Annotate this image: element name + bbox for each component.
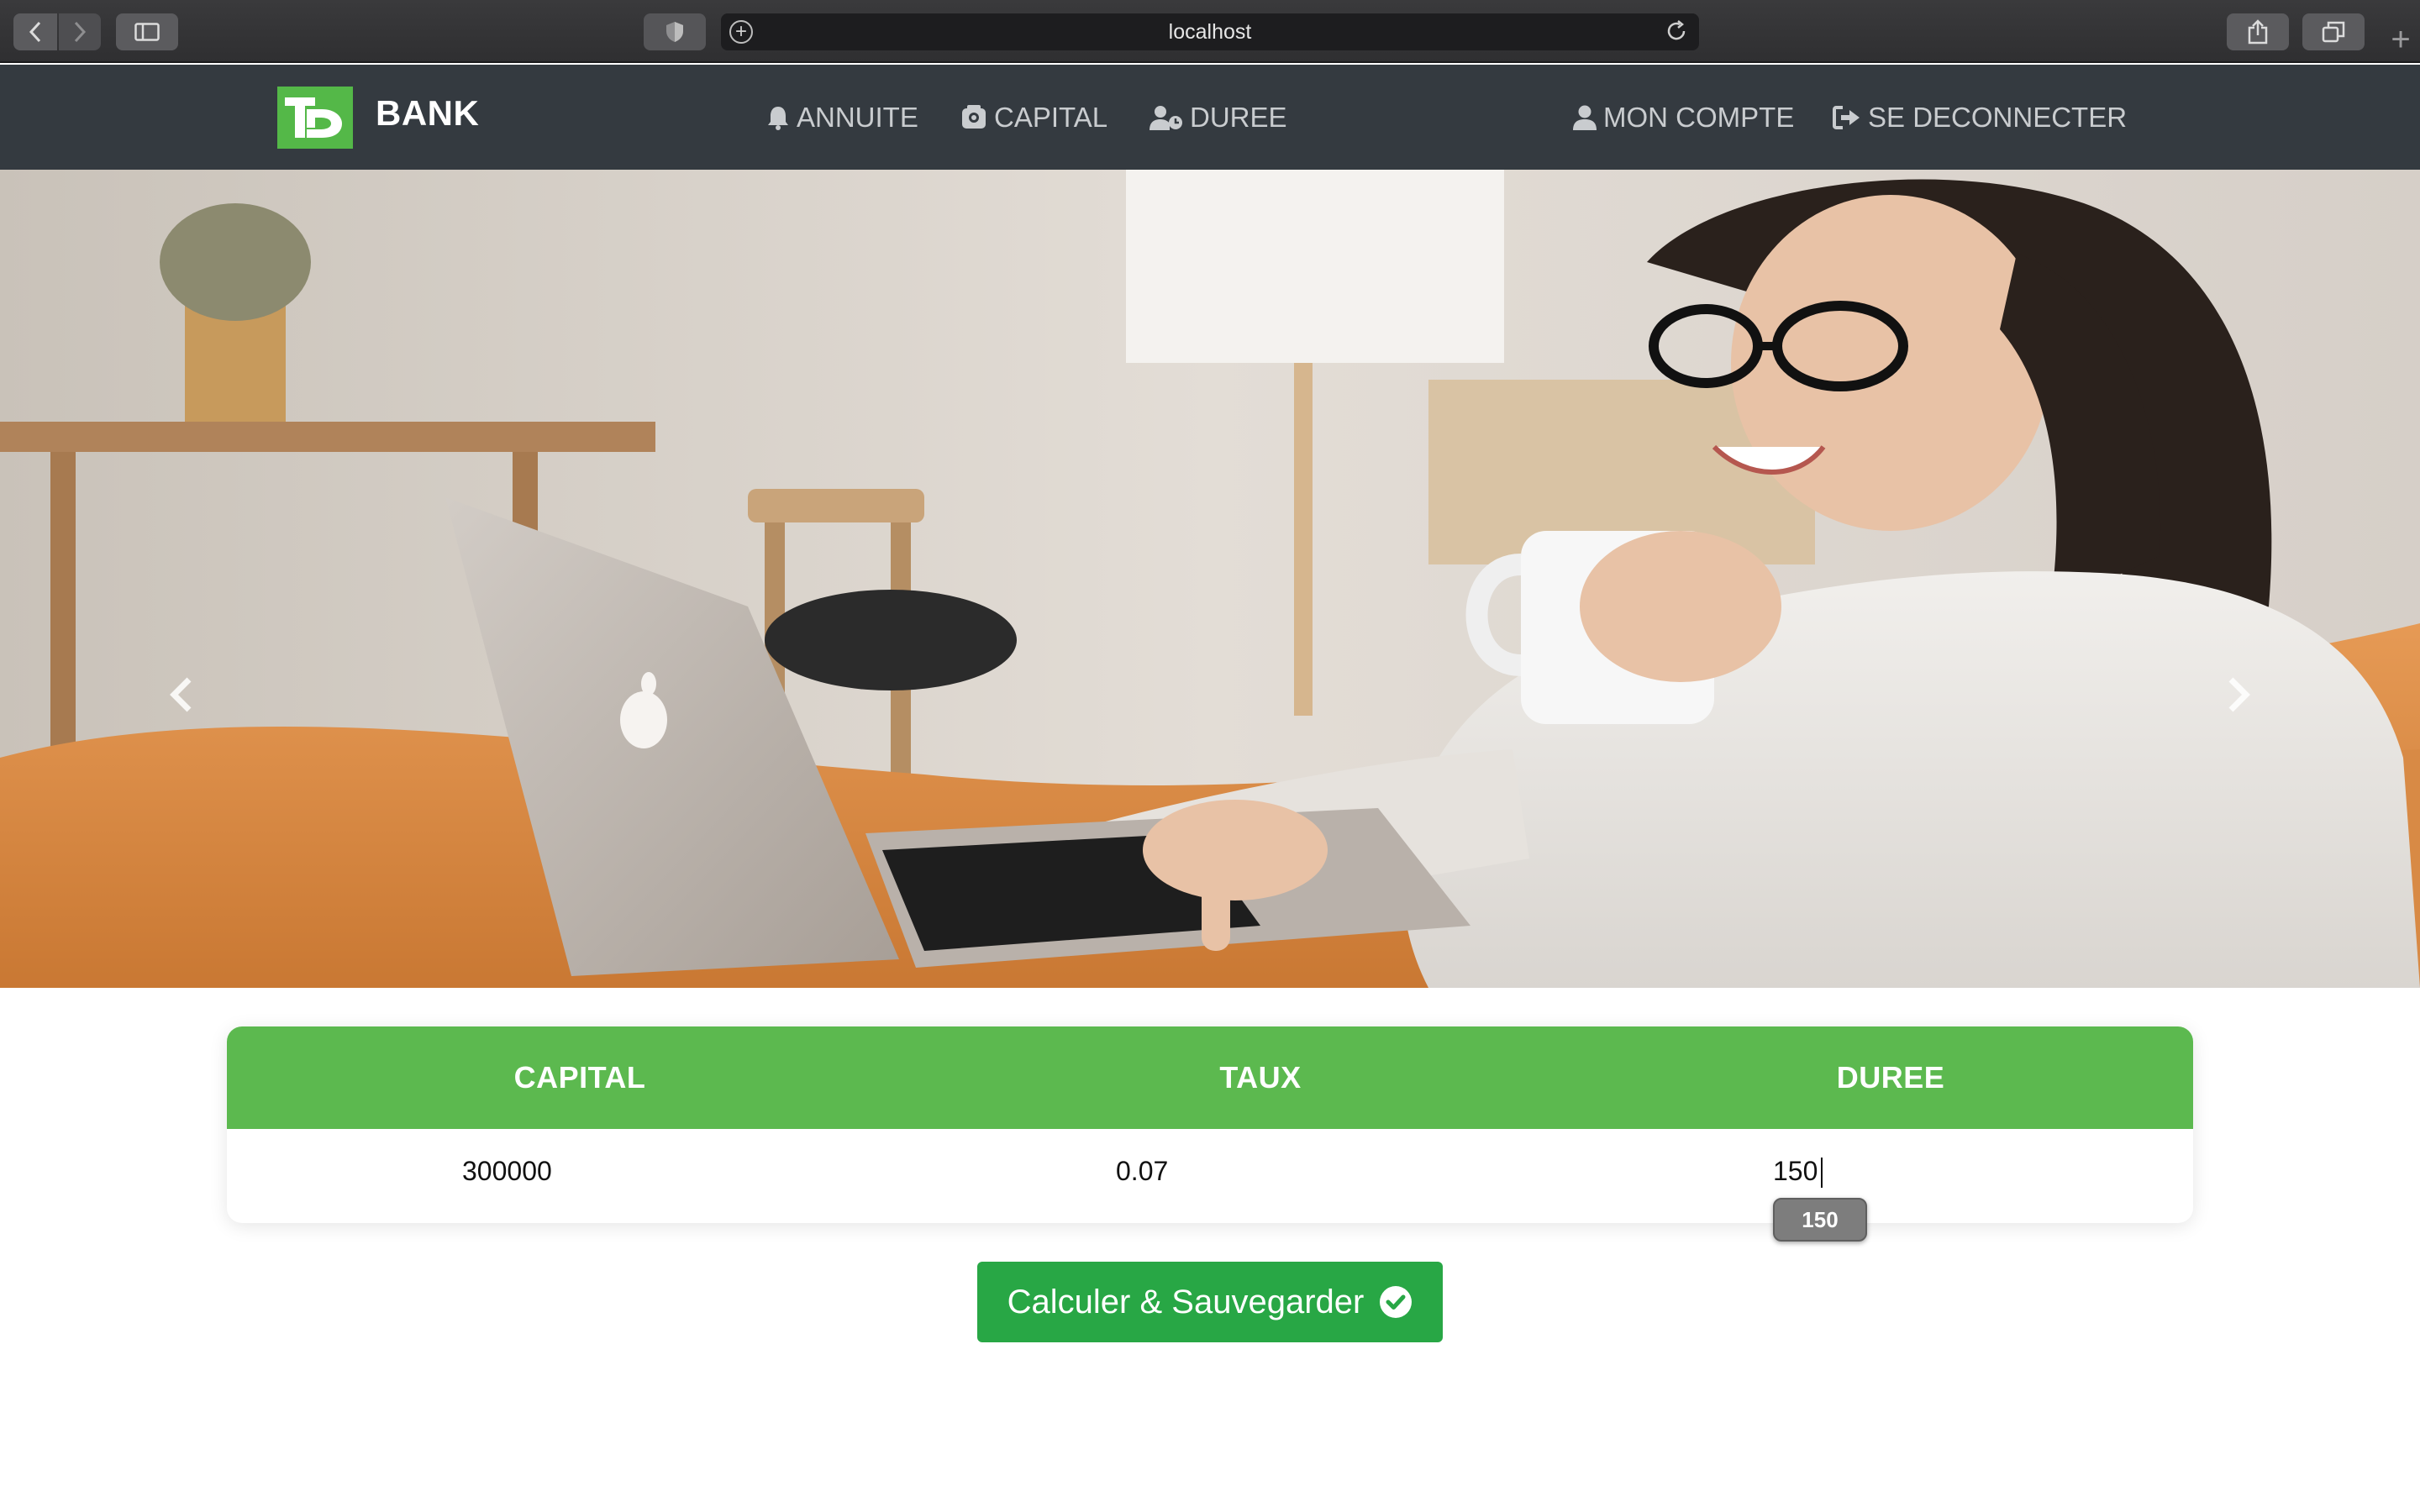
nav-link-se-deconnecter[interactable]: SE DECONNECTER: [1833, 98, 2127, 137]
hero-image: [0, 170, 2420, 988]
chevron-right-icon: [74, 21, 87, 43]
sign-out-icon: [1833, 106, 1860, 129]
piggy-bank-icon: [962, 105, 986, 129]
submit-button-label: Calculer & Sauvegarder: [1007, 1283, 1365, 1320]
new-tab-button[interactable]: +: [2381, 18, 2420, 60]
share-icon: [2248, 19, 2268, 45]
hero-carousel: [0, 170, 2420, 988]
tabs-overview-icon: [2322, 21, 2345, 43]
form-header-row: CAPITAL TAUX DUREE: [227, 1026, 2193, 1129]
brand-logo[interactable]: [277, 87, 353, 149]
url-text: localhost: [1168, 19, 1252, 44]
nav-link-mon-compte[interactable]: MON COMPTE: [1573, 98, 1794, 137]
loan-form-card: CAPITAL TAUX DUREE 150: [227, 1026, 2210, 1242]
add-bookmark-icon[interactable]: +: [729, 20, 753, 44]
chevron-right-icon: [2228, 677, 2250, 712]
capital-input[interactable]: [462, 1146, 899, 1196]
calculer-sauvegarder-button[interactable]: Calculer & Sauvegarder: [977, 1262, 1443, 1342]
autocomplete-suggestion[interactable]: 150: [1773, 1198, 1867, 1242]
nav-link-label: CAPITAL: [994, 102, 1108, 133]
browser-forward-button[interactable]: [59, 13, 101, 50]
browser-share-button[interactable]: [2227, 13, 2289, 50]
browser-sidebar-button[interactable]: [116, 13, 178, 50]
browser-tabs-button[interactable]: [2302, 13, 2365, 50]
nav-link-label: DUREE: [1190, 102, 1287, 133]
capital-column-header: CAPITAL: [513, 1060, 646, 1095]
nav-link-duree[interactable]: DUREE: [1150, 98, 1287, 137]
sidebar-icon: [134, 23, 160, 41]
site-navbar: BANK ANNUITE CAPITAL DUREE MON COMPTE SE…: [0, 65, 2420, 170]
browser-toolbar: + localhost +: [0, 0, 2420, 63]
address-bar[interactable]: + localhost: [721, 13, 1699, 50]
text-caret: [1821, 1158, 1823, 1188]
chevron-left-icon: [29, 21, 41, 43]
taux-input[interactable]: [1116, 1146, 1553, 1196]
bell-icon: [768, 107, 788, 130]
browser-back-button[interactable]: [13, 13, 57, 50]
nav-link-label: SE DECONNECTER: [1868, 102, 2128, 133]
reload-icon[interactable]: [1664, 18, 1689, 50]
duree-column-header: DUREE: [1836, 1060, 1945, 1095]
nav-link-annuite[interactable]: ANNUITE: [766, 98, 918, 137]
user-clock-icon: [1150, 106, 1182, 130]
shield-icon: [666, 22, 683, 42]
carousel-next-button[interactable]: [2222, 674, 2255, 716]
user-icon: [1573, 105, 1597, 130]
browser-privacy-button[interactable]: [644, 13, 706, 50]
td-logo-icon: [285, 97, 342, 138]
chevron-left-icon: [170, 677, 192, 712]
check-circle-icon: [1380, 1286, 1413, 1318]
brand-name[interactable]: BANK: [376, 93, 479, 134]
nav-link-capital[interactable]: CAPITAL: [960, 98, 1107, 137]
carousel-prev-button[interactable]: [165, 674, 198, 716]
taux-column-header: TAUX: [1219, 1060, 1302, 1095]
duree-input[interactable]: [1773, 1146, 2210, 1196]
nav-link-label: MON COMPTE: [1603, 102, 1795, 133]
nav-link-label: ANNUITE: [797, 102, 918, 133]
